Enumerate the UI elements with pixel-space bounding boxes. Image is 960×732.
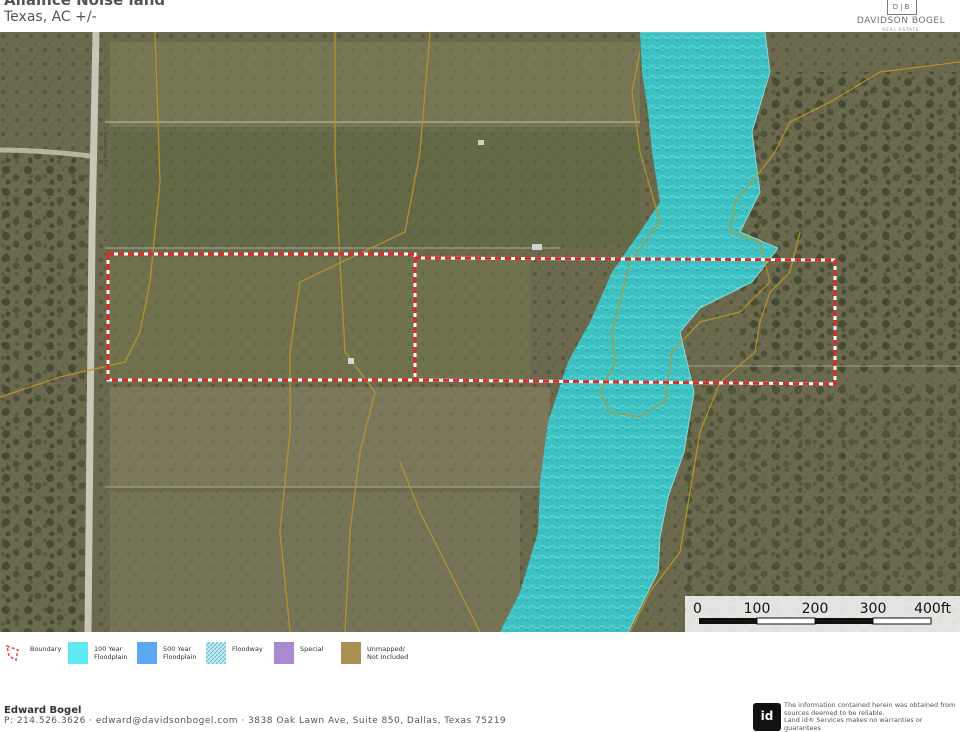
scale-segment — [815, 618, 873, 624]
road-label: Reasoning Rd — [102, 132, 108, 166]
brand-monogram-icon: D|B — [887, 0, 917, 15]
wooded-area — [740, 72, 960, 372]
map-subtitle: Texas, AC +/- — [4, 9, 97, 25]
pasture-patch — [110, 42, 640, 127]
brand-name: DAVIDSON BOGEL — [856, 16, 946, 26]
wooded-area — [0, 152, 85, 632]
brand-logo-block: D|B DAVIDSON BOGEL REAL ESTATE — [856, 0, 946, 32]
pasture-patch — [110, 492, 520, 632]
legend-item-500-year: 500 Year Floodplain — [137, 642, 207, 666]
structure — [532, 244, 542, 250]
agent-name: Edward Bogel — [4, 705, 82, 716]
land-id-logo-icon: id — [753, 703, 781, 731]
legend-label: Unmapped/ Not Included — [367, 645, 409, 661]
scale-segment — [756, 617, 816, 625]
scale-tick-label: 400ft — [914, 601, 951, 617]
legend-item-floodway: Floodway — [206, 642, 272, 666]
map-title: Allaince Noise land — [4, 0, 166, 9]
legend-label: Special — [300, 645, 324, 653]
disclaimer-text: The information contained herein was obt… — [784, 701, 956, 732]
scale-bar: 0 100 200 300 400ft — [685, 596, 960, 632]
floodplain-100-swatch — [68, 642, 88, 664]
legend-item-special: Special — [274, 642, 340, 666]
legend-item-100-year: 100 Year Floodplain — [68, 642, 138, 666]
legend-label: Floodway — [232, 645, 263, 653]
legend-label: 100 Year Floodplain — [94, 645, 128, 661]
legend-item-boundary: Boundary — [4, 642, 64, 666]
floodplain-500-swatch — [137, 642, 157, 664]
scale-tick-label: 0 — [693, 601, 702, 617]
wooded-area — [680, 382, 960, 632]
structure — [478, 140, 484, 145]
pasture-patch — [110, 132, 640, 247]
scale-segment — [872, 617, 932, 625]
aerial-map[interactable]: Reasoning Rd 400 ft — [0, 32, 960, 632]
legend-label: Boundary — [30, 645, 62, 653]
structure — [348, 358, 354, 364]
unmapped-swatch — [341, 642, 361, 664]
scale-segment — [699, 618, 757, 624]
boundary-outline-icon — [6, 644, 19, 662]
legend-label: 500 Year Floodplain — [163, 645, 197, 661]
special-swatch — [274, 642, 294, 664]
scale-tick-label: 100 — [744, 601, 771, 617]
pasture-patch — [110, 257, 530, 382]
pasture-patch — [110, 387, 550, 487]
map-legend: Boundary 100 Year Floodplain 500 Year Fl… — [0, 636, 960, 676]
agent-contact: P: 214.526.3626 · edward@davidsonbogel.c… — [4, 716, 507, 726]
legend-item-unmapped: Unmapped/ Not Included — [341, 642, 421, 666]
scale-tick-label: 200 — [802, 601, 829, 617]
scale-tick-label: 300 — [860, 601, 887, 617]
floodway-hatch-swatch — [206, 642, 226, 664]
